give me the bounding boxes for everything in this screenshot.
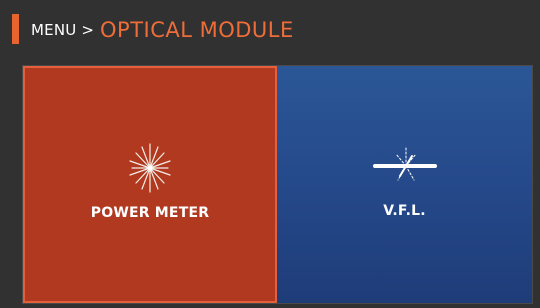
- menu-panel: POWER METER V.F.L.: [22, 65, 533, 304]
- power-meter-label: POWER METER: [90, 205, 210, 221]
- breadcrumb-separator: >: [81, 21, 94, 39]
- header-accent-bar: [12, 14, 19, 44]
- power-meter-button[interactable]: POWER METER: [23, 66, 277, 303]
- vfl-label: V.F.L.: [383, 203, 426, 219]
- visual-fault-locator-icon: [372, 140, 438, 196]
- page-title: OPTICAL MODULE: [100, 18, 294, 42]
- breadcrumb: MENU > OPTICAL MODULE: [31, 15, 294, 45]
- vfl-button[interactable]: V.F.L.: [277, 66, 532, 303]
- power-meter-starburst-icon: [128, 142, 172, 198]
- breadcrumb-menu[interactable]: MENU: [31, 21, 76, 39]
- screen: MENU > OPTICAL MODULE POWER METER V.F.L.: [0, 0, 540, 308]
- header: MENU > OPTICAL MODULE: [0, 0, 540, 60]
